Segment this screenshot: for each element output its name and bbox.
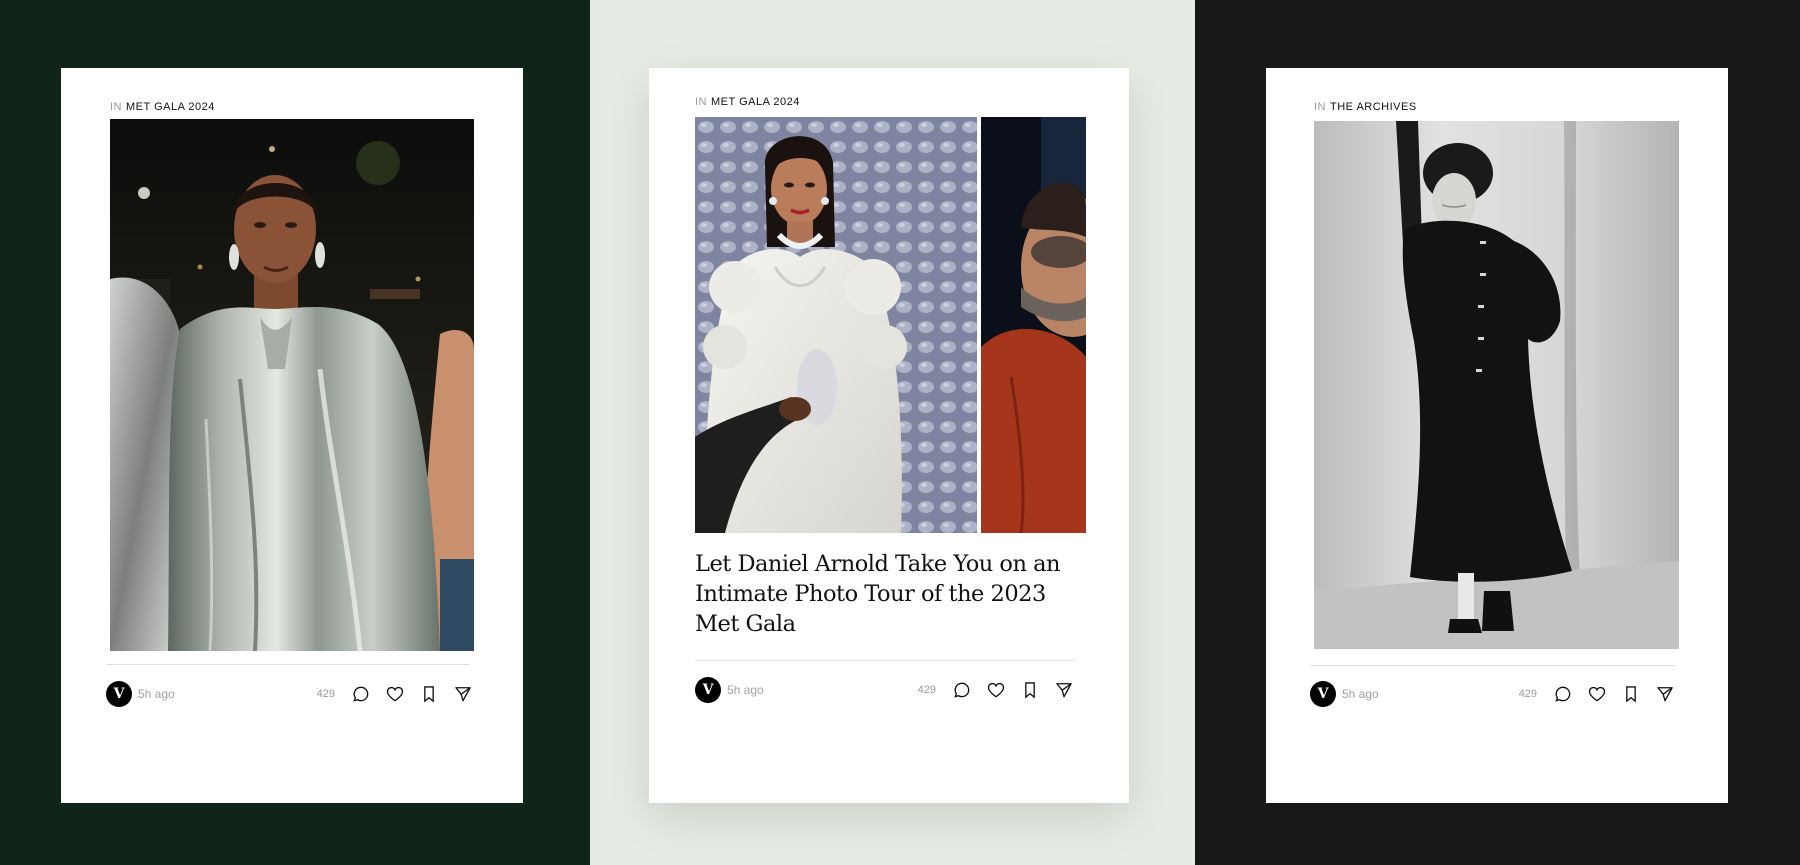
story-card-featured[interactable]: IN MET GALA 2024 Let Daniel Arnold Take …	[649, 68, 1129, 803]
story-headline[interactable]: Let Daniel Arnold Take You on an Intimat…	[695, 549, 1085, 639]
card-footer: V 5h ago 429	[1310, 680, 1676, 708]
card-divider	[1310, 665, 1676, 666]
card-kicker: IN MET GALA 2024	[110, 101, 215, 113]
comment-count: 429	[917, 684, 936, 696]
section-link[interactable]: MET GALA 2024	[126, 101, 215, 113]
vogue-logo-avatar[interactable]: V	[695, 677, 721, 703]
heart-icon[interactable]	[384, 683, 406, 705]
card-kicker: IN THE ARCHIVES	[1314, 101, 1417, 113]
serena-silver-cape-photo	[110, 119, 474, 651]
vogue-logo-avatar[interactable]: V	[106, 681, 132, 707]
story-card-serena[interactable]: IN MET GALA 2024 V 5h ago 429	[61, 68, 523, 803]
story-photo-secondary[interactable]	[981, 117, 1086, 533]
card-actions: 429	[1519, 683, 1676, 705]
card-footer: V 5h ago 429	[695, 676, 1075, 704]
story-photo[interactable]	[1314, 121, 1679, 649]
bookmark-icon[interactable]	[1620, 683, 1642, 705]
bookmark-icon[interactable]	[418, 683, 440, 705]
kicker-prefix: IN	[1314, 101, 1326, 113]
share-icon[interactable]	[452, 683, 474, 705]
comment-icon[interactable]	[1552, 683, 1574, 705]
story-photo[interactable]	[110, 119, 474, 651]
comment-count: 429	[316, 688, 335, 700]
timestamp: 5h ago	[138, 687, 175, 701]
timestamp: 5h ago	[1342, 687, 1379, 701]
archive-black-coat-photo	[1314, 121, 1679, 649]
kicker-prefix: IN	[695, 96, 707, 108]
comment-icon[interactable]	[951, 679, 973, 701]
card-actions: 429	[317, 683, 474, 705]
vogue-logo-avatar[interactable]: V	[1310, 681, 1336, 707]
card-actions: 429	[918, 679, 1075, 701]
story-card-archives[interactable]: IN THE ARCHIVES V 5h ago 429	[1266, 68, 1728, 803]
rihanna-white-gown-photo	[695, 117, 977, 533]
story-photo[interactable]	[695, 117, 977, 533]
heart-icon[interactable]	[985, 679, 1007, 701]
card-divider	[106, 664, 470, 665]
section-link[interactable]: MET GALA 2024	[711, 96, 800, 108]
man-red-jacket-photo	[981, 117, 1086, 533]
card-kicker: IN MET GALA 2024	[695, 96, 800, 108]
card-footer: V 5h ago 429	[106, 680, 474, 708]
section-link[interactable]: THE ARCHIVES	[1330, 101, 1417, 113]
card-divider	[695, 660, 1075, 661]
share-icon[interactable]	[1053, 679, 1075, 701]
bookmark-icon[interactable]	[1019, 679, 1041, 701]
timestamp: 5h ago	[727, 683, 764, 697]
comment-icon[interactable]	[350, 683, 372, 705]
kicker-prefix: IN	[110, 101, 122, 113]
heart-icon[interactable]	[1586, 683, 1608, 705]
share-icon[interactable]	[1654, 683, 1676, 705]
comment-count: 429	[1518, 688, 1537, 700]
